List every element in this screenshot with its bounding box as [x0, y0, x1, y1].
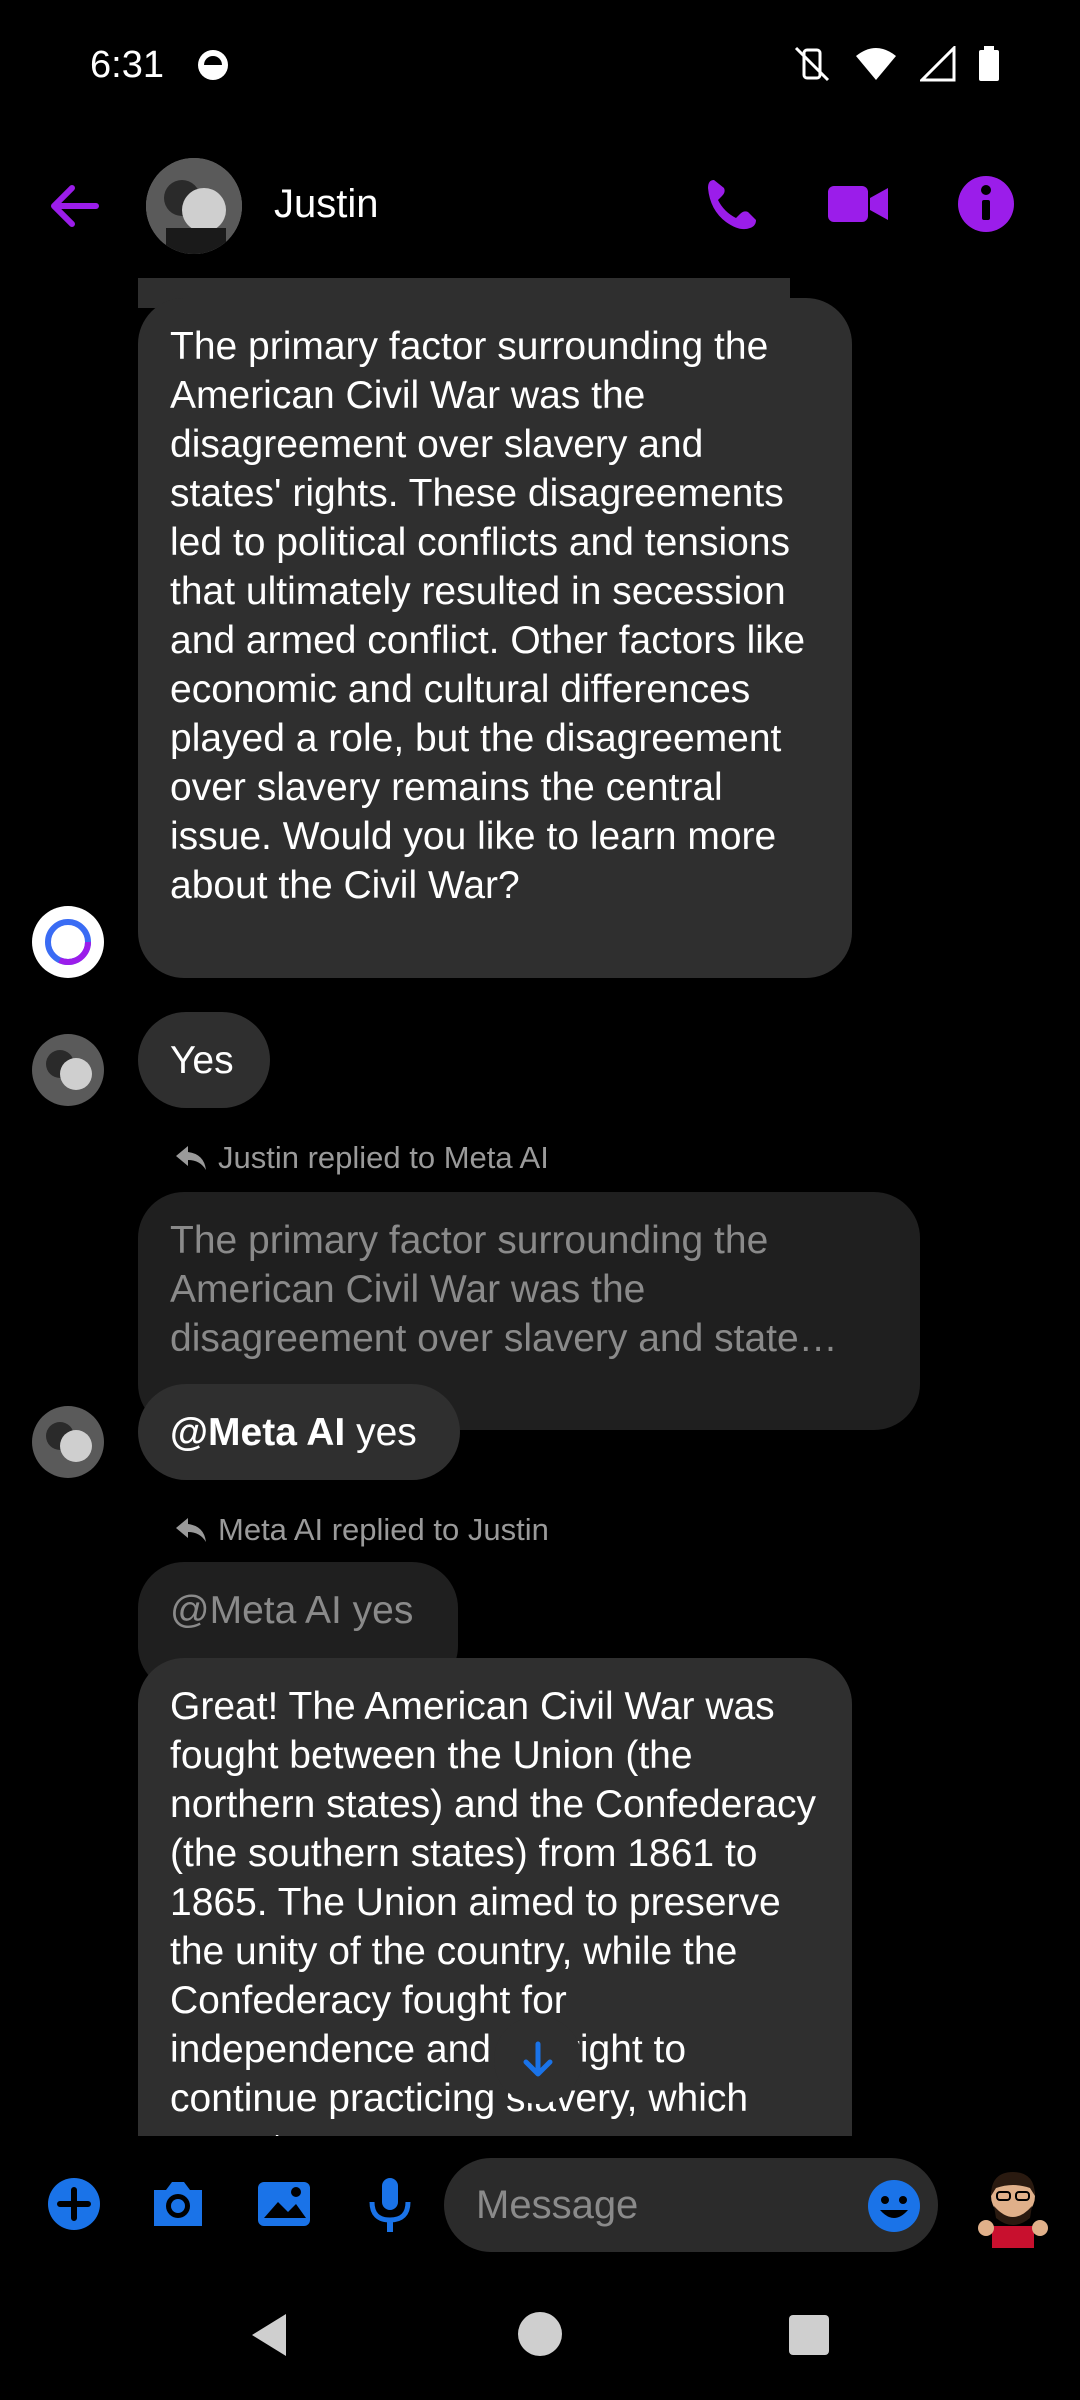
- signal-icon: [920, 46, 956, 82]
- avatar-sticker-button[interactable]: [970, 2162, 1056, 2248]
- meta-ai-avatar[interactable]: [32, 906, 104, 978]
- arrow-down-icon: [523, 2041, 553, 2077]
- message-bubble[interactable]: The primary factor surrounding the Ameri…: [138, 298, 852, 978]
- message-text: yes: [345, 1411, 417, 1454]
- microphone-icon[interactable]: [358, 2172, 422, 2236]
- wifi-icon: [856, 48, 896, 80]
- message-input-placeholder: Message: [476, 2182, 639, 2227]
- quoted-text: @Meta AI yes: [170, 1589, 414, 1632]
- message-text: The primary factor surrounding the Ameri…: [170, 325, 806, 907]
- message-text: Great! The American Civil War was fought…: [170, 1685, 817, 2136]
- status-icons: [792, 44, 1000, 84]
- message-bubble[interactable]: @Meta AI yes: [138, 1384, 460, 1480]
- reply-indicator: Justin replied to Meta AI: [174, 1140, 549, 1176]
- nav-back-icon[interactable]: [244, 2310, 294, 2360]
- message-bubble[interactable]: Yes: [138, 1012, 270, 1108]
- justin-avatar[interactable]: [32, 1406, 104, 1478]
- nav-recents-icon[interactable]: [788, 2314, 830, 2356]
- status-time: 6:31: [90, 44, 164, 86]
- mute-vibrate-icon: [794, 46, 830, 82]
- quoted-text: The primary factor surrounding the Ameri…: [170, 1219, 838, 1360]
- battery-icon: [979, 46, 999, 81]
- scroll-to-bottom-button[interactable]: [494, 2016, 582, 2104]
- nav-home-icon[interactable]: [516, 2310, 564, 2358]
- info-icon[interactable]: [954, 172, 1018, 236]
- gallery-icon[interactable]: [252, 2172, 316, 2236]
- status-notification-icon: [198, 50, 228, 80]
- reply-arrow-icon: [176, 1146, 206, 1170]
- justin-avatar[interactable]: [32, 1034, 104, 1106]
- reply-arrow-icon: [176, 1518, 206, 1542]
- back-arrow-icon[interactable]: [44, 176, 104, 236]
- contact-name[interactable]: Justin: [274, 182, 379, 227]
- reply-indicator-text: Justin replied to Meta AI: [218, 1140, 549, 1175]
- contact-avatar[interactable]: [146, 158, 242, 254]
- emoji-icon[interactable]: [862, 2174, 926, 2238]
- mention[interactable]: @Meta AI: [170, 1411, 345, 1454]
- video-call-icon[interactable]: [826, 172, 890, 236]
- message-text: Yes: [170, 1039, 234, 1082]
- avatar-sticker-icon: [978, 2172, 1048, 2248]
- phone-call-icon[interactable]: [700, 172, 764, 236]
- reply-indicator: Meta AI replied to Justin: [174, 1512, 549, 1548]
- add-icon[interactable]: [42, 2172, 106, 2236]
- reply-indicator-text: Meta AI replied to Justin: [218, 1512, 549, 1547]
- camera-icon[interactable]: [146, 2172, 210, 2236]
